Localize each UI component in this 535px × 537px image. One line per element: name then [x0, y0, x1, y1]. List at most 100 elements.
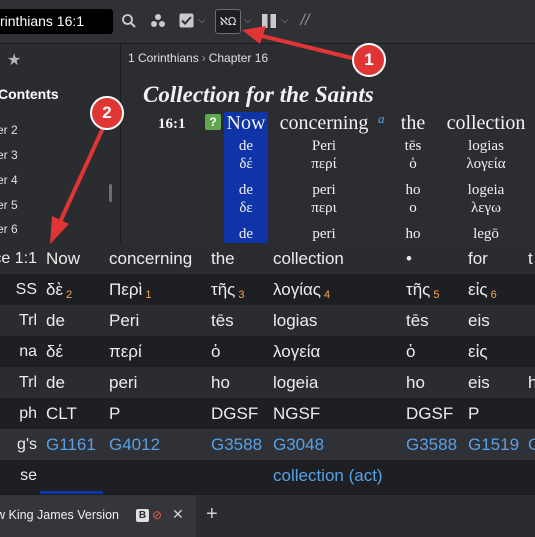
table-cell[interactable]: G3588	[211, 429, 262, 460]
cell-text: tēs	[406, 311, 429, 330]
table-cell: de	[46, 367, 65, 398]
footnote-marker[interactable]: a	[378, 111, 385, 127]
row-label: Trl	[18, 312, 37, 329]
interlinear-toggle-icon[interactable]: ℵΩ	[215, 9, 241, 34]
cell-text: the	[211, 249, 235, 268]
word-lemma-greek: ὁ	[409, 156, 417, 172]
cell-text: εἰς	[468, 342, 488, 361]
word-lemma-transliteration: ho	[405, 182, 421, 198]
share-icon[interactable]	[149, 10, 167, 32]
columns-dropdown-chevron-icon[interactable]: ⌵	[281, 10, 289, 32]
chapter-item-3[interactable]: er 3	[0, 148, 18, 162]
table-cell: tēs	[211, 305, 234, 336]
cell-text: εἰς	[468, 280, 488, 299]
table-cell[interactable]: collection (act)	[273, 460, 383, 491]
table-cell: de	[46, 305, 65, 336]
interlinear-dropdown-chevron-icon[interactable]: ⌵	[244, 10, 252, 32]
cell-text: concerning	[109, 249, 193, 268]
annotation-callout-1: 1	[352, 43, 386, 77]
cell-text: λογίας	[273, 280, 321, 299]
cell-text: G3588	[211, 435, 263, 454]
word-transliteration: tēs	[404, 138, 422, 154]
table-cell: eis	[468, 305, 490, 336]
cell-text: collection	[273, 249, 344, 268]
chapter-item-6[interactable]: er 6	[0, 222, 18, 236]
reference-search-input[interactable]: rinthians 16:1	[0, 9, 113, 34]
table-row-transliteration: Trl de Peri tēs logias tēs eis	[0, 305, 535, 336]
word-root-greek: λεγω	[470, 200, 502, 216]
parallel-icon[interactable]: //	[297, 10, 313, 32]
cell-text: logias	[273, 311, 318, 330]
tab-bar: w King James Version B ⊘ ✕ +	[0, 494, 535, 537]
table-cell: peri	[109, 367, 137, 398]
cell-text: logeia	[273, 373, 319, 392]
table-cell: DGSF	[211, 398, 258, 429]
table-cell: eis	[468, 367, 490, 398]
table-cell[interactable]: G1519	[468, 429, 519, 460]
word-root-transliteration: de	[238, 226, 254, 242]
table-cell: •	[406, 243, 412, 274]
cell-text: h	[528, 373, 535, 392]
cell-text: G3048	[273, 435, 325, 454]
word-order-number: 3	[238, 289, 245, 301]
table-cell: for	[468, 243, 488, 274]
table-cell: concerning	[109, 243, 192, 274]
table-cell: λογίας 4	[273, 274, 330, 305]
table-cell: περί	[109, 336, 142, 367]
table-cell[interactable]: G4012	[109, 429, 160, 460]
chapter-item-4[interactable]: er 4	[0, 173, 18, 187]
cell-text: eis	[468, 311, 490, 330]
link-sync-icon[interactable]: ⊘	[152, 508, 162, 522]
add-tab-button[interactable]: +	[206, 503, 218, 526]
table-cell: the	[211, 243, 235, 274]
cell-text: G1161	[46, 435, 96, 454]
columns-icon[interactable]	[261, 10, 277, 32]
cell-text: de	[46, 373, 65, 392]
star-icon[interactable]: ★	[7, 50, 21, 70]
tab-label[interactable]: w King James Version	[0, 508, 119, 522]
verse-word[interactable]: Now	[226, 112, 266, 135]
table-cell: Now	[46, 243, 80, 274]
table-cell: ὁ	[406, 336, 415, 367]
table-row-lemma-transliteration: Trl de peri ho logeia ho eis h	[0, 367, 535, 398]
verse-info-icon[interactable]: ?	[205, 114, 221, 130]
table-row-morphology: ph CLT P DGSF NGSF DGSF P	[0, 398, 535, 429]
breadcrumb-book[interactable]: 1 Corinthians	[128, 51, 199, 65]
verse-word[interactable]: the	[393, 112, 433, 135]
table-cell[interactable]: G3588	[406, 429, 457, 460]
table-row-sense: se collection (act)	[0, 460, 535, 491]
table-cell: Περὶ 1	[109, 274, 151, 305]
table-cell: CLT	[46, 398, 77, 429]
table-cell[interactable]: G3048	[273, 429, 324, 460]
word-order-number: 1	[145, 289, 152, 301]
annotation-callout-2: 2	[90, 96, 124, 130]
cell-text: G1519	[468, 435, 520, 454]
cell-text: Now	[46, 249, 81, 268]
bookmark-badge-icon[interactable]: B	[136, 509, 149, 522]
chapter-item-5[interactable]: er 5	[0, 198, 18, 212]
word-root-greek: περι	[311, 200, 337, 216]
cell-text: G4012	[109, 435, 161, 454]
word-lemma-transliteration: logeia	[467, 182, 505, 198]
cell-text: G3588	[406, 435, 458, 454]
verse-word[interactable]: concerning	[273, 112, 375, 135]
close-icon[interactable]: ✕	[172, 506, 184, 523]
verse-number[interactable]: 16:1	[158, 116, 186, 133]
chapter-item-2[interactable]: er 2	[0, 123, 18, 137]
table-cell[interactable]: G1161	[46, 429, 96, 460]
tab-bible-version[interactable]: w King James Version B ⊘ ✕	[0, 495, 196, 537]
table-cell: ho	[406, 367, 425, 398]
cell-text: collection (act)	[273, 466, 383, 485]
contents-scrollbar[interactable]	[109, 184, 112, 202]
verse-word[interactable]: collection	[439, 112, 533, 135]
breadcrumb-chapter[interactable]: Chapter 16	[209, 51, 268, 65]
checklist-icon[interactable]	[178, 10, 194, 32]
search-icon[interactable]	[120, 10, 138, 32]
checklist-dropdown-chevron-icon[interactable]: ⌵	[198, 10, 206, 32]
word-transliteration: Peri	[311, 138, 337, 154]
word-transliteration: logias	[468, 138, 504, 154]
cell-text: tēs	[211, 311, 234, 330]
cell-text: ὁ	[211, 342, 221, 361]
word-lemma-greek: δέ	[239, 156, 253, 172]
table-cell[interactable]: G	[528, 429, 535, 460]
